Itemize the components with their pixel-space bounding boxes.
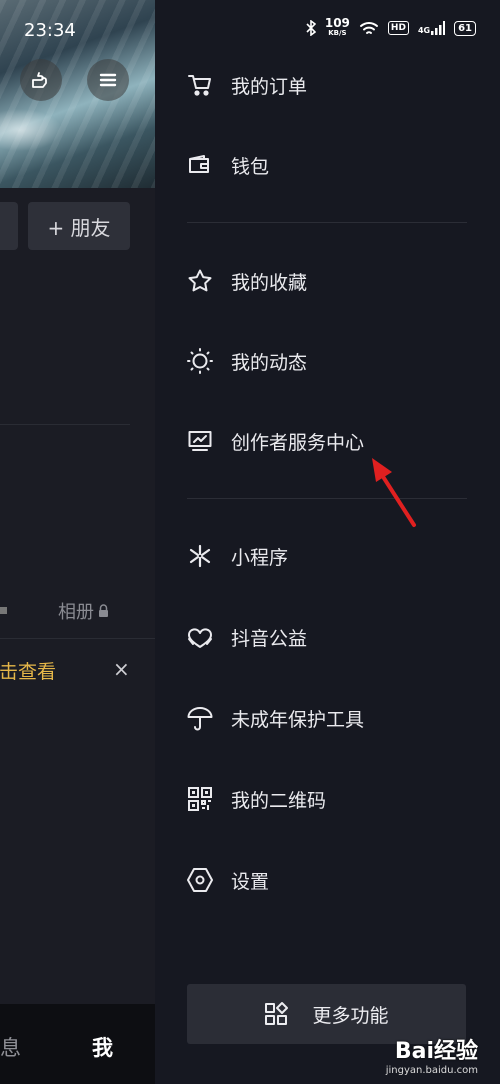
cart-icon — [185, 70, 215, 100]
menu-item-label: 小程序 — [231, 546, 289, 569]
menu-item-favorites[interactable]: 我的收藏 — [185, 261, 485, 301]
hand-gesture-button[interactable] — [20, 59, 62, 101]
menu-item-orders[interactable]: 我的订单 — [185, 65, 485, 105]
mini-program-icon — [185, 541, 215, 571]
menu-item-activity[interactable]: 我的动态 — [185, 341, 485, 381]
network-type: 4G — [417, 26, 431, 35]
tip-link[interactable]: 点击查看 — [0, 657, 56, 684]
tab-me[interactable]: 我 — [92, 1032, 113, 1062]
menu-item-mini-programs[interactable]: 小程序 — [185, 536, 485, 576]
status-bar-icons: 109 KB/S HD 4G 61 — [306, 16, 476, 38]
menu-item-label: 钱包 — [231, 155, 270, 178]
menu-item-minor-protection[interactable]: 未成年保护工具 — [185, 698, 485, 738]
heart-hands-icon — [185, 622, 215, 652]
menu-item-label: 我的收藏 — [231, 271, 308, 294]
menu-item-wallet[interactable]: 钱包 — [185, 145, 485, 185]
pointing-hand-icon — [32, 72, 47, 88]
umbrella-icon — [185, 703, 215, 733]
add-friend-label: + 朋友 — [47, 215, 111, 240]
lock-icon — [99, 604, 108, 617]
menu-item-label: 我的二维码 — [231, 789, 327, 812]
wifi-icon — [359, 21, 378, 34]
menu-item-creator-center[interactable]: 创作者服务中心 — [185, 421, 485, 461]
bluetooth-icon — [306, 20, 316, 36]
menu-item-qr-code[interactable]: 我的二维码 — [185, 779, 485, 819]
divider — [187, 222, 467, 223]
network-speed-value: 109 — [324, 16, 350, 30]
tab-messages[interactable]: 息 — [0, 1032, 21, 1062]
red-arrow-annotation — [372, 458, 416, 527]
hd-badge: HD — [387, 21, 409, 35]
more-functions-label: 更多功能 — [312, 1004, 389, 1027]
grid-apps-icon — [265, 1002, 289, 1025]
watermark-brand: Bai经验 — [394, 1039, 478, 1064]
menu-item-label: 我的动态 — [231, 351, 308, 374]
menu-item-charity[interactable]: 抖音公益 — [185, 617, 485, 657]
network-speed-unit: KB/S — [328, 29, 347, 37]
network-speed: 109 KB/S — [324, 16, 350, 38]
baidu-jingyan-watermark: Bai经验 jingyan.baidu.com — [386, 1033, 478, 1076]
close-icon[interactable]: × — [113, 657, 130, 681]
qr-code-icon — [185, 784, 215, 814]
menu-item-label: 设置 — [231, 870, 270, 893]
sun-icon — [185, 346, 215, 376]
divider — [0, 424, 130, 425]
add-friend-button[interactable]: + 朋友 — [28, 202, 130, 250]
menu-item-label: 我的订单 — [231, 75, 308, 98]
album-label: 相册 — [58, 602, 94, 623]
battery-icon: 61 — [454, 20, 476, 36]
side-drawer: 109 KB/S HD 4G 61 我的订单 钱包 我的收藏 我的动态 创作者服… — [155, 0, 500, 1084]
album-tab[interactable]: 相册 — [58, 598, 109, 624]
menu-item-label: 未成年保护工具 — [231, 708, 365, 731]
menu-item-label: 抖音公益 — [231, 627, 308, 650]
bottom-tab-bar — [0, 1004, 155, 1084]
divider — [187, 498, 467, 499]
menu-item-label: 创作者服务中心 — [231, 431, 365, 454]
lock-icon — [0, 607, 7, 614]
menu-button[interactable] — [87, 59, 129, 101]
wallet-icon — [185, 150, 215, 180]
star-icon — [185, 266, 215, 296]
background-profile-page: + 朋友 相册 点击查看 × 息 我 — [0, 0, 155, 1084]
status-time: 23:34 — [24, 20, 76, 41]
monitor-chart-icon — [185, 426, 215, 456]
divider — [0, 638, 155, 639]
hamburger-icon — [99, 73, 117, 87]
settings-hexagon-icon — [185, 865, 215, 895]
menu-item-settings[interactable]: 设置 — [185, 860, 485, 900]
watermark-url: jingyan.baidu.com — [385, 1065, 478, 1076]
cellular-signal-icon: 4G — [417, 21, 446, 35]
edit-profile-button[interactable] — [0, 202, 18, 250]
